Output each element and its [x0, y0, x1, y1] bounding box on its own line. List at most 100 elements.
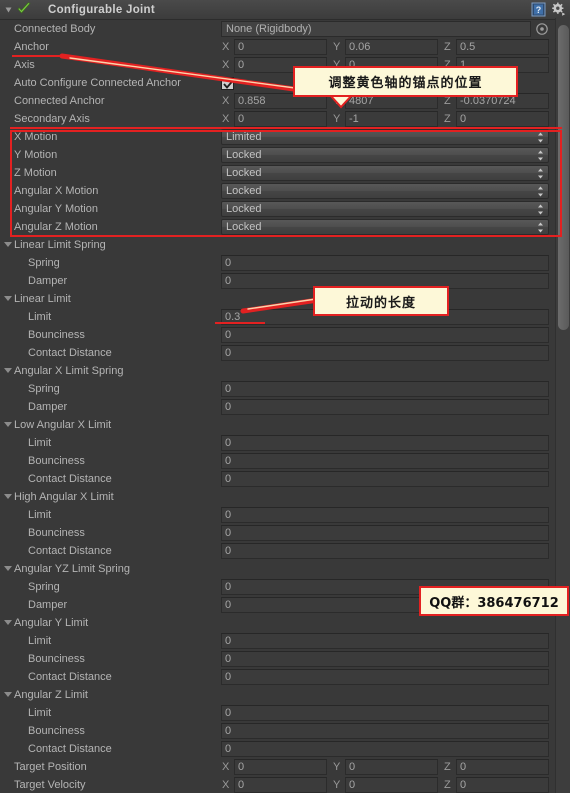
row-angular-x-limit-spring-spring[interactable]: Spring 0 — [0, 380, 570, 398]
high-angular-x-limit-limit-input[interactable]: 0 — [221, 507, 549, 523]
field-angular-y-limit-limit[interactable]: 0 — [221, 633, 549, 649]
low-angular-x-limit-contact-distance-input[interactable]: 0 — [221, 471, 549, 487]
foldout-linear-limit[interactable]: Linear Limit — [0, 290, 570, 308]
label-damper: Damper — [28, 275, 68, 287]
field-angular-z-limit-bounciness[interactable]: 0 — [221, 723, 549, 739]
field-connected-body[interactable]: None (Rigidbody) — [221, 21, 549, 37]
foldout-triangle-icon[interactable] — [4, 692, 12, 697]
target-velocity-z-input[interactable]: 0 — [456, 777, 549, 793]
field-secondary-axis[interactable]: X0 Y -1 Z0 — [221, 111, 549, 127]
target-velocity-x-input[interactable]: 0 — [234, 777, 327, 793]
angular-x-limit-spring-spring-input[interactable]: 0 — [221, 381, 549, 397]
secondary-axis-y-input[interactable]: -1 — [345, 111, 438, 127]
row-linear-limit-limit[interactable]: Limit 0.3 — [0, 308, 570, 326]
high-angular-x-limit-contact-distance-input[interactable]: 0 — [221, 543, 549, 559]
field-target-velocity[interactable]: X0 Y0 Z0 — [221, 777, 549, 793]
field-low-angular-x-limit-limit[interactable]: 0 — [221, 435, 549, 451]
row-low-angular-x-limit-contact-distance[interactable]: Contact Distance 0 — [0, 470, 570, 488]
row-angular-y-limit-limit[interactable]: Limit 0 — [0, 632, 570, 650]
row-connected-body[interactable]: Connected Body None (Rigidbody) — [0, 20, 570, 38]
row-linear-limit-spring-spring[interactable]: Spring 0 — [0, 254, 570, 272]
angular-y-limit-bounciness-input[interactable]: 0 — [221, 651, 549, 667]
field-linear-limit-spring-spring[interactable]: 0 — [221, 255, 549, 271]
row-high-angular-x-limit-limit[interactable]: Limit 0 — [0, 506, 570, 524]
low-angular-x-limit-limit-input[interactable]: 0 — [221, 435, 549, 451]
row-angular-y-limit-contact-distance[interactable]: Contact Distance 0 — [0, 668, 570, 686]
field-high-angular-x-limit-contact-distance[interactable]: 0 — [221, 543, 549, 559]
field-angular-x-limit-spring-damper[interactable]: 0 — [221, 399, 549, 415]
foldout-linear-limit-spring[interactable]: Linear Limit Spring — [0, 236, 570, 254]
row-high-angular-x-limit-contact-distance[interactable]: Contact Distance 0 — [0, 542, 570, 560]
linear-limit-spring-spring-input[interactable]: 0 — [221, 255, 549, 271]
angular-y-limit-limit-input[interactable]: 0 — [221, 633, 549, 649]
foldout-angular-y-limit[interactable]: Angular Y Limit — [0, 614, 570, 632]
linear-limit-bounciness-input[interactable]: 0 — [221, 327, 549, 343]
linear-limit-contact-distance-input[interactable]: 0 — [221, 345, 549, 361]
row-angular-z-limit-bounciness[interactable]: Bounciness 0 — [0, 722, 570, 740]
help-icon[interactable]: ? — [531, 2, 546, 17]
field-target-position[interactable]: X0 Y0 Z0 — [221, 759, 549, 775]
row-secondary-axis[interactable]: Secondary Axis X0 Y -1 Z0 — [0, 110, 570, 128]
anchor-x-input[interactable]: 0 — [234, 39, 327, 55]
object-picker-icon[interactable] — [535, 22, 549, 36]
target-position-y-input[interactable]: 0 — [345, 759, 438, 775]
secondary-axis-x-input[interactable]: 0 — [234, 111, 327, 127]
field-angular-x-limit-spring-spring[interactable]: 0 — [221, 381, 549, 397]
target-velocity-y-input[interactable]: 0 — [345, 777, 438, 793]
row-target-position[interactable]: Target Position X0 Y0 Z0 — [0, 758, 570, 776]
field-anchor[interactable]: X0 Y 0.06 Z 0.5 — [221, 39, 549, 55]
field-linear-limit-contact-distance[interactable]: 0 — [221, 345, 549, 361]
row-angular-z-limit-limit[interactable]: Limit 0 — [0, 704, 570, 722]
foldout-triangle-icon[interactable] — [4, 566, 12, 571]
angular-z-limit-limit-input[interactable]: 0 — [221, 705, 549, 721]
field-angular-y-limit-contact-distance[interactable]: 0 — [221, 669, 549, 685]
object-field-connected-body[interactable]: None (Rigidbody) — [221, 21, 531, 37]
field-linear-limit-bounciness[interactable]: 0 — [221, 327, 549, 343]
field-high-angular-x-limit-limit[interactable]: 0 — [221, 507, 549, 523]
foldout-triangle-icon[interactable] — [5, 7, 12, 12]
row-angular-y-limit-bounciness[interactable]: Bounciness 0 — [0, 650, 570, 668]
field-low-angular-x-limit-bounciness[interactable]: 0 — [221, 453, 549, 469]
anchor-y-input[interactable]: 0.06 — [345, 39, 438, 55]
foldout-triangle-icon[interactable] — [4, 620, 12, 625]
angular-x-limit-spring-damper-input[interactable]: 0 — [221, 399, 549, 415]
component-header[interactable]: Configurable Joint ? — [0, 0, 570, 20]
label-angular-y-limit: Angular Y Limit — [14, 617, 89, 629]
row-linear-limit-contact-distance[interactable]: Contact Distance 0 — [0, 344, 570, 362]
row-angular-x-limit-spring-damper[interactable]: Damper 0 — [0, 398, 570, 416]
field-angular-z-limit-limit[interactable]: 0 — [221, 705, 549, 721]
row-linear-limit-spring-damper[interactable]: Damper 0 — [0, 272, 570, 290]
angular-z-limit-bounciness-input[interactable]: 0 — [221, 723, 549, 739]
angular-z-limit-contact-distance-input[interactable]: 0 — [221, 741, 549, 757]
high-angular-x-limit-bounciness-input[interactable]: 0 — [221, 525, 549, 541]
target-position-z-input[interactable]: 0 — [456, 759, 549, 775]
auto-configure-checkbox[interactable] — [221, 76, 234, 90]
foldout-angular-yz-limit-spring[interactable]: Angular YZ Limit Spring — [0, 560, 570, 578]
field-angular-y-limit-bounciness[interactable]: 0 — [221, 651, 549, 667]
foldout-angular-z-limit[interactable]: Angular Z Limit — [0, 686, 570, 704]
row-angular-z-limit-contact-distance[interactable]: Contact Distance 0 — [0, 740, 570, 758]
row-high-angular-x-limit-bounciness[interactable]: Bounciness 0 — [0, 524, 570, 542]
low-angular-x-limit-bounciness-input[interactable]: 0 — [221, 453, 549, 469]
row-low-angular-x-limit-bounciness[interactable]: Bounciness 0 — [0, 452, 570, 470]
foldout-triangle-icon[interactable] — [4, 368, 12, 373]
row-low-angular-x-limit-limit[interactable]: Limit 0 — [0, 434, 570, 452]
foldout-angular-x-limit-spring[interactable]: Angular X Limit Spring — [0, 362, 570, 380]
anchor-z-input[interactable]: 0.5 — [456, 39, 549, 55]
field-angular-z-limit-contact-distance[interactable]: 0 — [221, 741, 549, 757]
foldout-triangle-icon[interactable] — [4, 494, 12, 499]
foldout-high-angular-x-limit[interactable]: High Angular X Limit — [0, 488, 570, 506]
gear-icon[interactable] — [551, 2, 566, 17]
row-linear-limit-bounciness[interactable]: Bounciness 0 — [0, 326, 570, 344]
foldout-low-angular-x-limit[interactable]: Low Angular X Limit — [0, 416, 570, 434]
angular-y-limit-contact-distance-input[interactable]: 0 — [221, 669, 549, 685]
row-target-velocity[interactable]: Target Velocity X0 Y0 Z0 — [0, 776, 570, 793]
target-position-x-input[interactable]: 0 — [234, 759, 327, 775]
field-low-angular-x-limit-contact-distance[interactable]: 0 — [221, 471, 549, 487]
secondary-axis-z-input[interactable]: 0 — [456, 111, 549, 127]
foldout-triangle-icon[interactable] — [4, 242, 12, 247]
field-high-angular-x-limit-bounciness[interactable]: 0 — [221, 525, 549, 541]
foldout-triangle-icon[interactable] — [4, 422, 12, 427]
foldout-triangle-icon[interactable] — [4, 296, 12, 301]
row-anchor[interactable]: Anchor X0 Y 0.06 Z 0.5 — [0, 38, 570, 56]
